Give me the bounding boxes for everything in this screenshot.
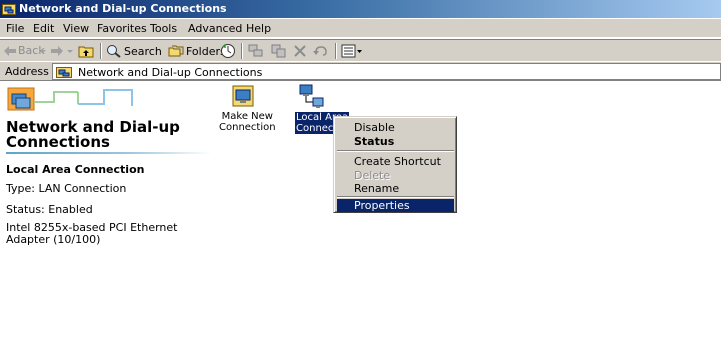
make-new-connection-item[interactable]: Make New Connection: [218, 84, 276, 133]
back-dropdown-icon[interactable]: [40, 50, 46, 54]
menu-bar: File Edit View Favorites Tools Advanced …: [0, 19, 721, 38]
address-label: Address: [5, 65, 49, 78]
move-to-icon[interactable]: [248, 44, 264, 58]
menu-view[interactable]: View: [63, 22, 89, 35]
views-icon[interactable]: [341, 44, 363, 58]
menu-item-disable[interactable]: Disable: [337, 120, 454, 135]
menu-edit[interactable]: Edit: [33, 22, 54, 35]
make-new-connection-label: Make New Connection: [218, 111, 277, 133]
network-folder-icon: [56, 67, 72, 78]
lan-connection-icon: [299, 84, 324, 108]
network-folder-icon: [2, 4, 16, 15]
menu-separator: [337, 196, 454, 198]
up-folder-icon[interactable]: [78, 44, 94, 58]
menu-item-status[interactable]: Status: [337, 134, 454, 149]
menu-tools[interactable]: Tools: [150, 22, 177, 35]
menu-advanced[interactable]: Advanced: [188, 22, 242, 35]
toolbar: Back Search Folders: [0, 39, 721, 62]
copy-to-icon[interactable]: [271, 44, 287, 58]
icon-label-line1: Make New: [221, 111, 273, 122]
info-pane: Network and Dial-up Connections Local Ar…: [0, 82, 230, 341]
back-arrow-icon: [4, 45, 16, 56]
toolbar-separator: [100, 43, 102, 59]
make-new-connection-icon: [232, 85, 254, 107]
menu-separator: [337, 150, 454, 152]
address-field[interactable]: Network and Dial-up Connections: [52, 63, 721, 80]
window-title: Network and Dial-up Connections: [19, 2, 227, 15]
menu-item-create-shortcut[interactable]: Create Shortcut: [337, 154, 454, 169]
menu-file[interactable]: File: [6, 22, 24, 35]
search-icon: [107, 45, 121, 58]
search-button[interactable]: Search: [106, 44, 162, 58]
menu-favorites[interactable]: Favorites: [97, 22, 147, 35]
icon-label-line2: Connection: [219, 122, 276, 133]
pane-heading-line2: Connections: [6, 133, 110, 151]
toolbar-separator: [335, 43, 337, 59]
pane-heading: Network and Dial-up Connections: [6, 120, 180, 150]
selected-item-type: Type: LAN Connection: [6, 182, 127, 195]
heading-divider: [6, 152, 212, 154]
toolbar-separator: [241, 43, 243, 59]
network-connections-banner-icon: [7, 87, 133, 111]
folders-icon: [168, 45, 184, 57]
selected-item-name: Local Area Connection: [6, 163, 145, 176]
selected-item-adapter: Intel 8255x-based PCI Ethernet Adapter (…: [6, 222, 206, 246]
back-button[interactable]: Back: [4, 44, 45, 57]
delete-icon[interactable]: [294, 45, 306, 57]
undo-icon[interactable]: [313, 45, 329, 57]
context-menu: Disable Status Create Shortcut Delete Re…: [333, 116, 457, 213]
history-icon[interactable]: [220, 43, 236, 59]
adapter-line2: Adapter (10/100): [6, 233, 101, 246]
menu-item-properties[interactable]: Properties: [337, 199, 454, 212]
search-label: Search: [124, 44, 162, 58]
explorer-window: Network and Dial-up Connections File Edi…: [0, 0, 721, 341]
forward-dropdown-icon[interactable]: [67, 50, 73, 54]
folders-button[interactable]: Folders: [168, 44, 226, 58]
menu-item-rename[interactable]: Rename: [337, 181, 454, 196]
address-bar: Address Network and Dial-up Connections: [0, 62, 721, 81]
selected-item-status: Status: Enabled: [6, 203, 93, 216]
forward-arrow-icon[interactable]: [51, 46, 63, 56]
address-value: Network and Dial-up Connections: [78, 66, 263, 79]
menu-help[interactable]: Help: [246, 22, 271, 35]
title-bar[interactable]: Network and Dial-up Connections: [0, 0, 721, 18]
